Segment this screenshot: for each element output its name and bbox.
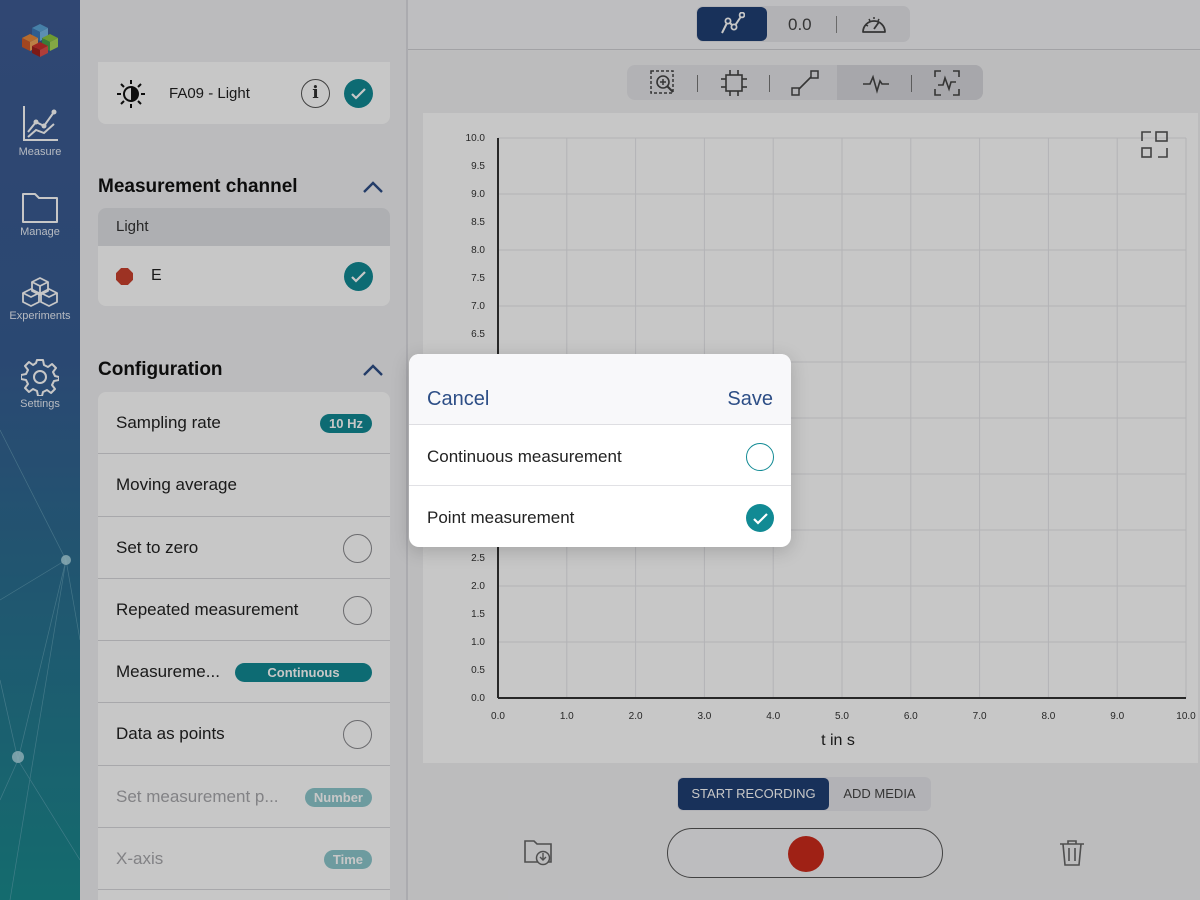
popup-header: Cancel Save	[409, 354, 791, 425]
option-label: Point measurement	[427, 508, 575, 527]
save-button[interactable]: Save	[727, 388, 773, 411]
measurement-mode-popup: Cancel Save Continuous measurement Point…	[409, 354, 791, 547]
checkmark-icon	[753, 513, 768, 525]
option-label: Continuous measurement	[427, 447, 622, 466]
option-continuous-measurement[interactable]: Continuous measurement	[409, 425, 791, 486]
radio-checked-icon[interactable]	[746, 504, 774, 532]
cancel-button[interactable]: Cancel	[427, 388, 489, 411]
option-point-measurement[interactable]: Point measurement	[409, 486, 791, 547]
radio-unchecked-icon[interactable]	[746, 443, 774, 471]
